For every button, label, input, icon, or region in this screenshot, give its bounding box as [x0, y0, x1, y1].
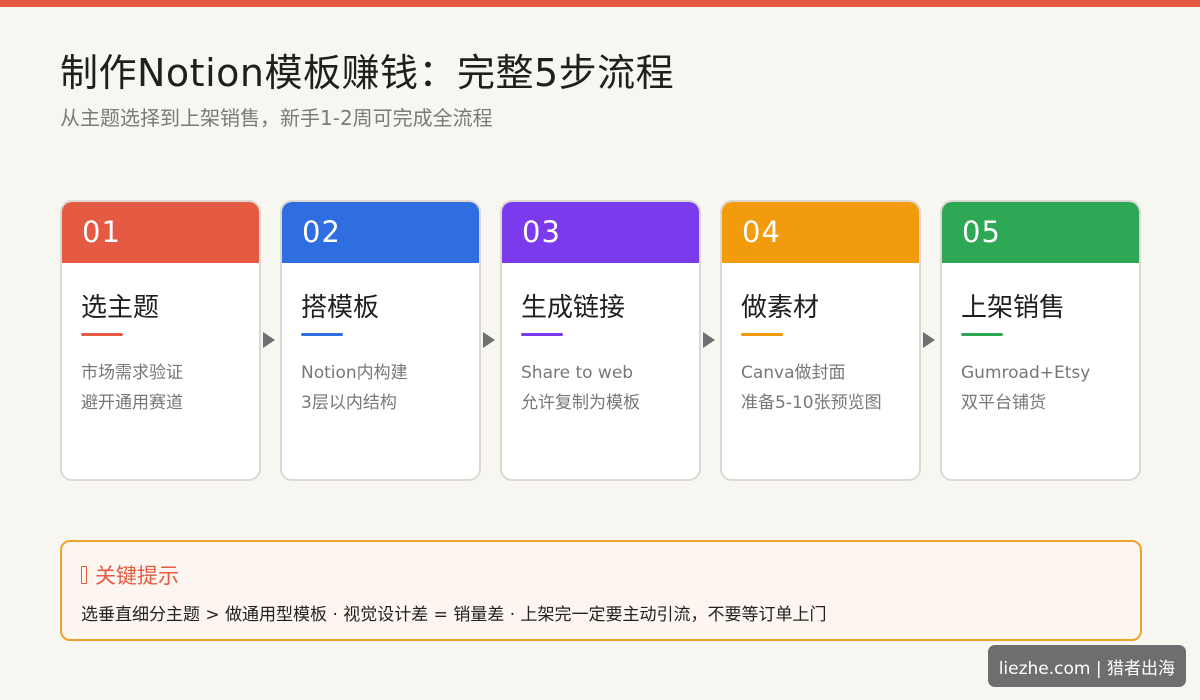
step-title-1: 选主题	[81, 293, 160, 323]
step-desc-2: Notion内构建 3层以内结构	[301, 358, 479, 418]
page-subtitle: 从主题选择到上架销售，新手1-2周可完成全流程	[60, 106, 493, 130]
step-underline-5	[961, 333, 1003, 336]
step-desc-line: 避开通用赛道	[81, 393, 183, 413]
step-card-3: 03 生成链接 Share to web 允许复制为模板	[500, 200, 701, 481]
step-desc-line: Share to web	[521, 363, 634, 383]
page-title: 制作Notion模板赚钱：完整5步流程	[60, 51, 675, 95]
step-number-4: 04	[722, 202, 919, 263]
watermark-badge: liezhe.com | 猎者出海	[987, 645, 1186, 687]
step-underline-2	[301, 333, 343, 336]
top-accent-bar	[0, 0, 1200, 7]
arrow-right-icon	[703, 332, 715, 348]
steps-flow: 01 选主题 市场需求验证 避开通用赛道 02 搭模板 Notion内构建 3层…	[60, 200, 1142, 481]
step-title-4: 做素材	[741, 293, 820, 323]
step-desc-line: 3层以内结构	[301, 393, 397, 413]
step-desc-line: 市场需求验证	[81, 363, 183, 383]
step-number-3: 03	[502, 202, 699, 263]
tip-title: 关键提示	[95, 564, 179, 588]
step-desc-4: Canva做封面 准备5-10张预览图	[741, 358, 919, 418]
tip-body: 选垂直细分主题 > 做通用型模板 · 视觉设计差 = 销量差 · 上架完一定要主…	[81, 605, 827, 625]
tip-heading: 关键提示	[81, 560, 1140, 590]
step-title-2: 搭模板	[301, 293, 380, 323]
step-title-3: 生成链接	[521, 293, 626, 323]
step-desc-line: Notion内构建	[301, 363, 408, 383]
step-desc-line: Canva做封面	[741, 363, 846, 383]
tip-icon	[81, 566, 87, 584]
arrow-right-icon	[483, 332, 495, 348]
step-desc-line: Gumroad+Etsy	[961, 363, 1091, 383]
step-desc-line: 准备5-10张预览图	[741, 393, 882, 413]
step-number-2: 02	[282, 202, 479, 263]
step-number-5: 05	[942, 202, 1139, 263]
arrow-right-icon	[263, 332, 275, 348]
step-desc-1: 市场需求验证 避开通用赛道	[81, 358, 259, 418]
step-card-5: 05 上架销售 Gumroad+Etsy 双平台铺货	[940, 200, 1141, 481]
step-underline-4	[741, 333, 783, 336]
key-tip-box: 关键提示 选垂直细分主题 > 做通用型模板 · 视觉设计差 = 销量差 · 上架…	[60, 540, 1142, 641]
step-underline-1	[81, 333, 123, 336]
step-desc-line: 允许复制为模板	[521, 393, 640, 413]
step-card-2: 02 搭模板 Notion内构建 3层以内结构	[280, 200, 481, 481]
step-card-1: 01 选主题 市场需求验证 避开通用赛道	[60, 200, 261, 481]
arrow-right-icon	[923, 332, 935, 348]
step-title-5: 上架销售	[961, 293, 1066, 323]
step-number-1: 01	[62, 202, 259, 263]
step-desc-3: Share to web 允许复制为模板	[521, 358, 699, 418]
step-underline-3	[521, 333, 563, 336]
step-card-4: 04 做素材 Canva做封面 准备5-10张预览图	[720, 200, 921, 481]
step-desc-5: Gumroad+Etsy 双平台铺货	[961, 358, 1139, 418]
step-desc-line: 双平台铺货	[961, 393, 1046, 413]
